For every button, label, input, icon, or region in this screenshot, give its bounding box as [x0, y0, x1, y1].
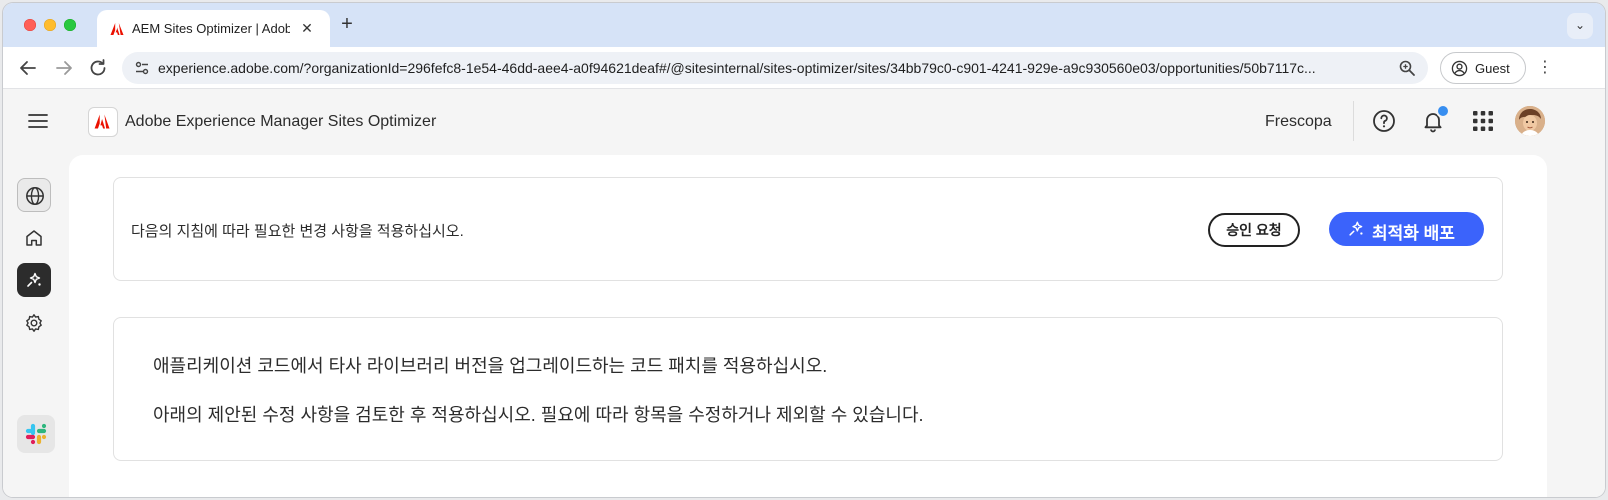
action-card: 다음의 지침에 따라 필요한 변경 사항을 적용하십시오. 승인 요청 최적화 … [113, 177, 1503, 281]
url-text: experience.adobe.com/?organizationId=296… [158, 60, 1316, 76]
new-tab-icon[interactable]: + [336, 14, 358, 36]
home-icon [26, 230, 42, 246]
adobe-logo-icon [94, 114, 110, 129]
deploy-optimization-button[interactable]: 최적화 배포 [1329, 212, 1484, 246]
rail-item-home[interactable] [17, 221, 51, 255]
deploy-button-label: 최적화 배포 [1372, 224, 1455, 243]
app-header: Adobe Experience Manager Sites Optimizer… [3, 89, 1605, 153]
adobe-favicon-icon [110, 23, 124, 35]
zoom-icon[interactable] [1398, 59, 1416, 77]
reload-icon[interactable] [86, 56, 110, 80]
adobe-logo[interactable] [88, 107, 118, 137]
rail-item-settings[interactable] [17, 306, 51, 340]
tab-title: AEM Sites Optimizer | Adobe [132, 21, 290, 36]
side-rail [3, 153, 69, 497]
forward-icon[interactable] [52, 56, 76, 80]
close-tab-icon[interactable]: ✕ [298, 19, 316, 37]
help-icon[interactable] [1372, 109, 1396, 133]
browser-tab[interactable]: AEM Sites Optimizer | Adobe ✕ [97, 10, 330, 47]
tab-strip: AEM Sites Optimizer | Adobe ✕ + ⌄ [3, 3, 1605, 47]
request-approval-button[interactable]: 승인 요청 [1208, 213, 1300, 247]
address-bar[interactable]: experience.adobe.com/?organizationId=296… [122, 52, 1428, 84]
tab-search-icon[interactable]: ⌄ [1567, 13, 1593, 39]
globe-icon [26, 187, 44, 205]
rail-item-sites[interactable] [17, 178, 51, 212]
site-settings-icon[interactable] [134, 60, 150, 76]
description-line-2: 아래의 제안된 수정 사항을 검토한 후 적용하십시오. 필요에 따라 항목을 … [153, 405, 924, 425]
profile-icon [1451, 60, 1468, 77]
back-icon[interactable] [16, 56, 40, 80]
maximize-window-button[interactable] [64, 19, 76, 31]
browser-toolbar: experience.adobe.com/?organizationId=296… [3, 47, 1605, 89]
app-title: Adobe Experience Manager Sites Optimizer [125, 113, 437, 130]
instruction-text: 다음의 지침에 따라 필요한 변경 사항을 적용하십시오. [131, 223, 464, 240]
optimize-icon [27, 272, 41, 287]
settings-icon [26, 314, 42, 332]
rail-item-optimize[interactable] [17, 263, 51, 297]
optimize-icon [1349, 221, 1363, 236]
browser-window: AEM Sites Optimizer | Adobe ✕ + ⌄ experi… [3, 3, 1605, 497]
minimize-window-button[interactable] [44, 19, 56, 31]
apps-grid-icon[interactable] [1472, 110, 1494, 132]
avatar[interactable] [1515, 106, 1545, 136]
rail-item-slack[interactable] [17, 415, 55, 453]
main-content: 다음의 지침에 따라 필요한 변경 사항을 적용하십시오. 승인 요청 최적화 … [69, 155, 1547, 497]
profile-button[interactable]: Guest [1440, 52, 1526, 84]
description-card: 애플리케이션 코드에서 타사 라이브러리 버전을 업그레이드하는 코드 패치를 … [113, 317, 1503, 461]
slack-icon [25, 423, 47, 445]
header-divider [1353, 101, 1354, 141]
avatar-image [1515, 106, 1545, 136]
description-line-1: 애플리케이션 코드에서 타사 라이브러리 버전을 업그레이드하는 코드 패치를 … [153, 356, 828, 376]
org-switcher[interactable]: Frescopa [1265, 113, 1332, 131]
close-window-button[interactable] [24, 19, 36, 31]
notification-badge [1436, 104, 1450, 118]
hamburger-icon[interactable] [28, 111, 48, 131]
app-shell: Adobe Experience Manager Sites Optimizer… [3, 89, 1605, 497]
browser-menu-icon[interactable]: ⋮ [1533, 56, 1557, 80]
profile-label: Guest [1475, 61, 1510, 76]
